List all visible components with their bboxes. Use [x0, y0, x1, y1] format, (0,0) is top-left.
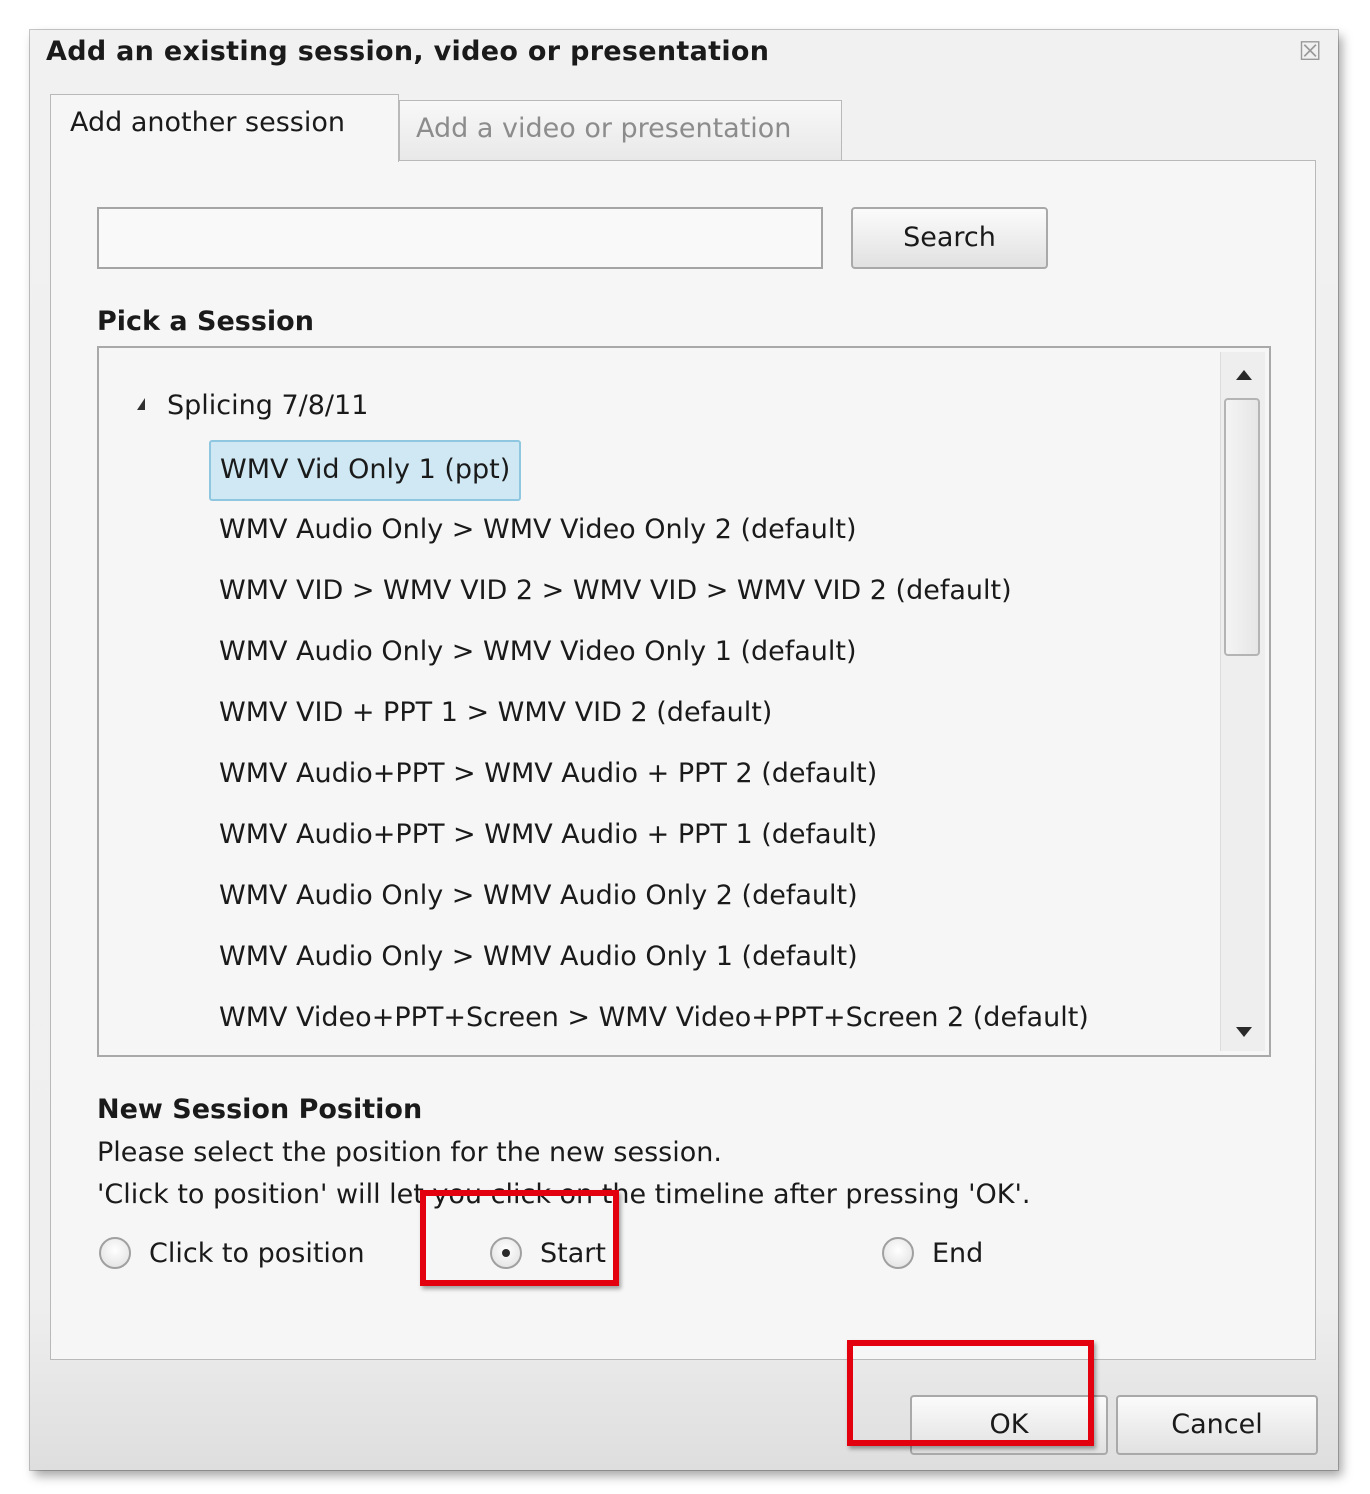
list-item[interactable]: WMV VID + PPT 1 > WMV VID 2 (default) — [209, 684, 782, 745]
list-item[interactable]: WMV Vid Only 1 (ppt) — [209, 440, 522, 501]
ok-button[interactable]: OK — [910, 1395, 1108, 1455]
session-tree-list[interactable]: Splicing 7/8/11 WMV Vid Only 1 (ppt) WMV… — [97, 346, 1271, 1057]
tree-group-splicing[interactable]: Splicing 7/8/11 — [137, 390, 368, 421]
scroll-up-arrow-icon[interactable] — [1236, 370, 1252, 380]
tab-panel: Search Pick a Session Splicing 7/8/11 WM… — [50, 160, 1316, 1360]
list-item[interactable]: WMV Audio+PPT > WMV Audio + PPT 2 (defau… — [209, 745, 887, 806]
cancel-button[interactable]: Cancel — [1116, 1395, 1318, 1455]
close-icon[interactable]: ☒ — [1296, 38, 1324, 66]
dialog-titlebar[interactable]: Add an existing session, video or presen… — [30, 30, 1338, 74]
dialog-title: Add an existing session, video or presen… — [46, 36, 770, 67]
search-input[interactable] — [97, 207, 823, 269]
radio-label: Click to position — [149, 1237, 365, 1269]
pick-session-heading: Pick a Session — [97, 306, 314, 337]
new-session-position-heading: New Session Position — [97, 1094, 423, 1125]
radio-button-icon[interactable] — [882, 1237, 914, 1269]
list-item[interactable]: WMV VID > WMV VID 2 > WMV VID > WMV VID … — [209, 562, 1022, 623]
vertical-scrollbar[interactable] — [1220, 352, 1265, 1051]
list-item[interactable]: WMV Audio+PPT > WMV Audio + PPT 1 (defau… — [209, 806, 887, 867]
radio-end[interactable]: End — [882, 1237, 983, 1269]
expand-triangle-icon[interactable] — [137, 398, 145, 410]
radio-label: End — [932, 1237, 984, 1269]
position-help-text-1: Please select the position for the new s… — [97, 1137, 722, 1168]
radio-click-to-position[interactable]: Click to position — [99, 1237, 365, 1269]
tree-group-label: Splicing 7/8/11 — [167, 390, 369, 421]
search-button[interactable]: Search — [851, 207, 1048, 269]
position-help-text-2: 'Click to position' will let you click o… — [97, 1179, 1031, 1210]
tab-add-another-session[interactable]: Add another session — [50, 94, 399, 162]
list-item[interactable]: WMV Audio Only > WMV Audio Only 2 (defau… — [209, 867, 868, 928]
tab-add-video-or-presentation[interactable]: Add a video or presentation — [399, 100, 842, 161]
list-item[interactable]: WMV Audio Only > WMV Video Only 2 (defau… — [209, 501, 867, 562]
list-item[interactable]: WMV Audio Only > WMV Video Only 1 (defau… — [209, 623, 867, 684]
scroll-thumb[interactable] — [1224, 398, 1260, 656]
scroll-down-arrow-icon[interactable] — [1236, 1027, 1252, 1037]
session-items: WMV Vid Only 1 (ppt) WMV Audio Only > WM… — [209, 440, 1099, 1050]
radio-start[interactable]: Start — [490, 1237, 606, 1269]
list-item[interactable]: WMV Video+PPT+Screen > WMV Video+PPT+Scr… — [209, 989, 1099, 1050]
radio-button-checked-icon[interactable] — [490, 1237, 522, 1269]
radio-button-icon[interactable] — [99, 1237, 131, 1269]
radio-label: Start — [540, 1237, 606, 1269]
add-session-dialog: Add an existing session, video or presen… — [30, 30, 1338, 1470]
list-item[interactable]: WMV Audio Only > WMV Audio Only 1 (defau… — [209, 928, 868, 989]
